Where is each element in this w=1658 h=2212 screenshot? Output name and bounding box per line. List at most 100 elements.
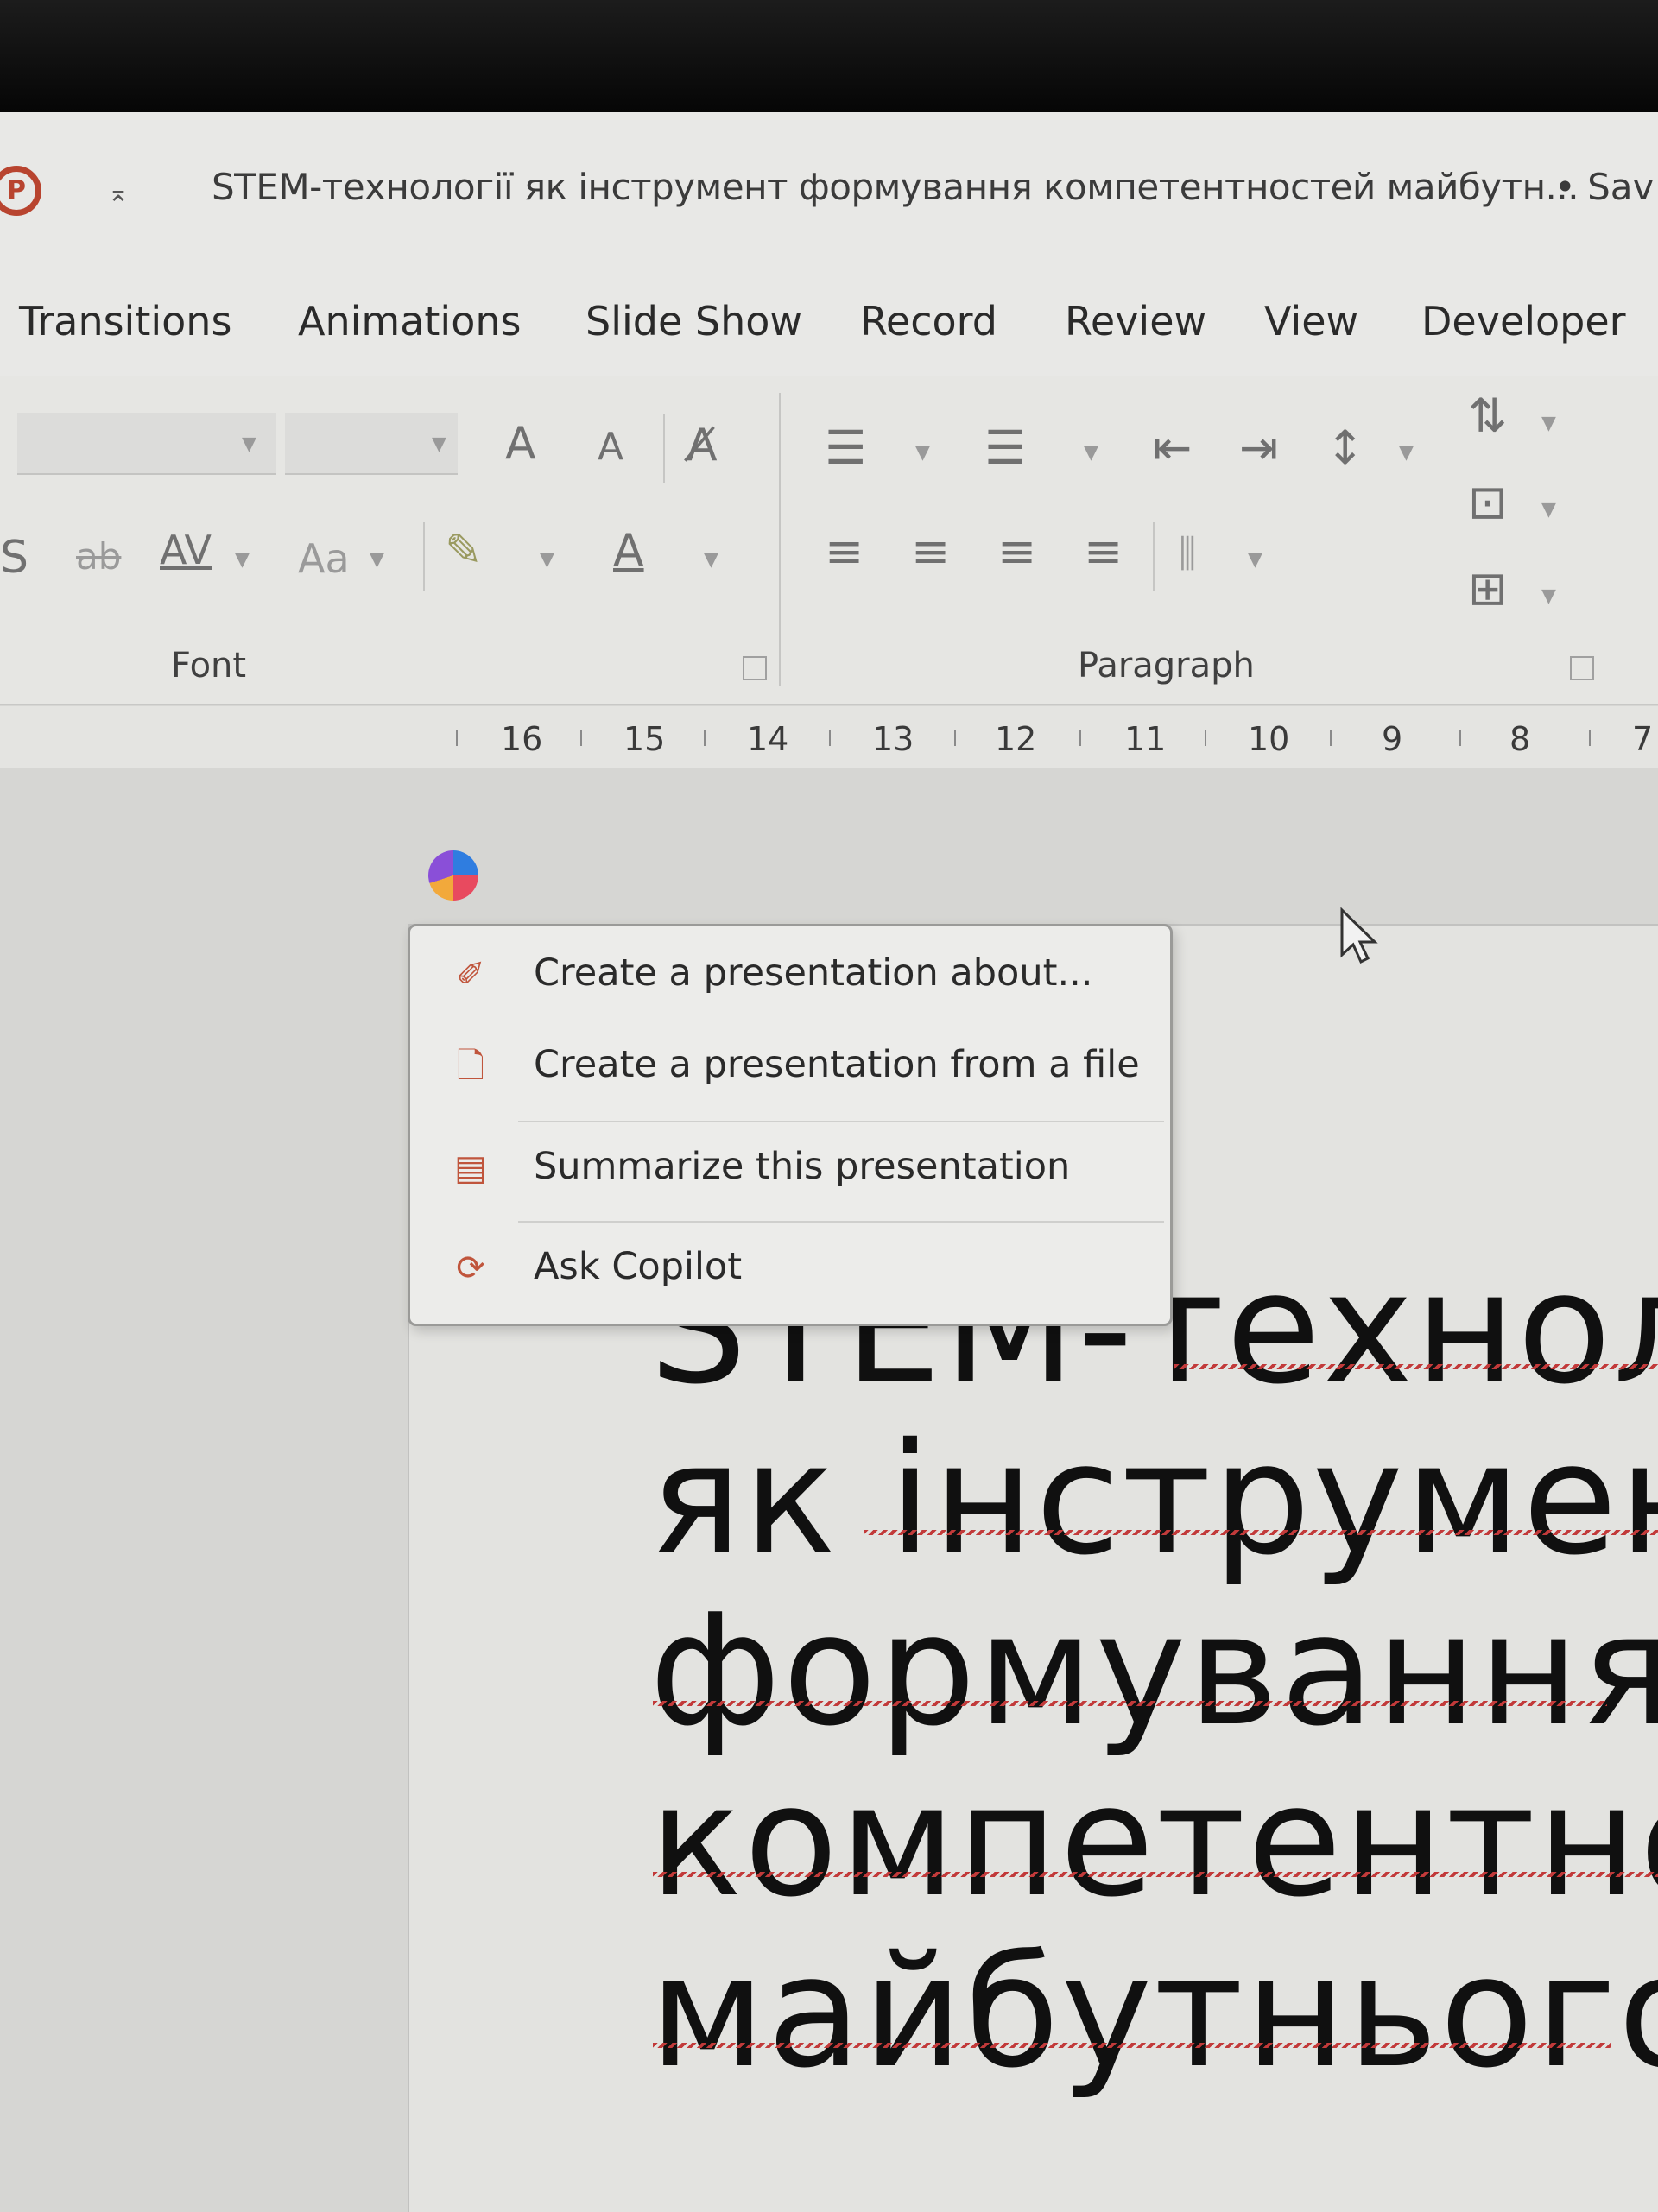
spellcheck-underline (1174, 1364, 1658, 1369)
spellcheck-underline (653, 1872, 1658, 1877)
font-name-dropdown[interactable] (17, 413, 276, 475)
divider (1153, 522, 1155, 591)
ruler-tick (1079, 730, 1081, 746)
tab-transitions[interactable]: Transitions (19, 298, 231, 344)
spellcheck-underline (864, 1530, 1658, 1535)
group-divider (779, 393, 781, 686)
strikethrough-button[interactable]: ab (76, 539, 121, 575)
decrease-indent-icon[interactable]: ⇤ (1153, 425, 1192, 471)
ruler-number: 14 (747, 720, 789, 758)
ruler-tick (954, 730, 956, 746)
chevron-down-icon: ▼ (1541, 413, 1556, 434)
pen-sparkle-icon: ✐ (456, 955, 485, 995)
convert-to-smartart-icon[interactable]: ⊞ (1468, 566, 1507, 612)
menu-item-label: Create a presentation about... (534, 951, 1093, 995)
chevron-down-icon: ▼ (540, 549, 554, 571)
character-spacing-button[interactable]: AV (160, 530, 212, 570)
tab-record[interactable]: Record (860, 298, 997, 344)
font-dialog-launcher-icon[interactable] (743, 656, 767, 680)
slide-title-line: як інструмент (649, 1410, 1658, 1589)
ruler-tick (1589, 730, 1591, 746)
ruler-tick (1459, 730, 1461, 746)
slide-title-line: формування (649, 1581, 1658, 1760)
shrink-font-button[interactable]: A (598, 428, 623, 466)
screen-bezel (0, 0, 1658, 112)
chevron-down-icon: ▼ (1399, 442, 1414, 464)
menu-item-label: Ask Copilot (534, 1245, 743, 1288)
ruler-tick (829, 730, 831, 746)
chevron-down-icon: ▼ (1541, 499, 1556, 521)
ruler-number: 8 (1509, 720, 1531, 758)
paragraph-dialog-launcher-icon[interactable] (1570, 656, 1594, 680)
tab-review[interactable]: Review (1065, 298, 1206, 344)
grow-font-button[interactable]: A (505, 421, 536, 466)
ruler-number: 12 (995, 720, 1037, 758)
line-spacing-icon[interactable]: ↕ (1326, 425, 1364, 471)
ruler-tick (580, 730, 582, 746)
bullets-icon[interactable]: ☰ (825, 425, 866, 471)
align-text-icon[interactable]: ⊡ (1468, 479, 1507, 526)
text-direction-icon[interactable]: ⇅ (1468, 393, 1507, 439)
chevron-down-icon: ▼ (704, 549, 718, 571)
align-center-icon[interactable]: ≡ (911, 528, 950, 575)
file-icon: 🗋 (456, 1046, 485, 1086)
chevron-down-icon: ▼ (432, 433, 446, 455)
ribbon-tabs (0, 272, 1658, 376)
ruler-number: 15 (623, 720, 666, 758)
list-icon: ▤ (454, 1148, 487, 1188)
divider (663, 414, 665, 483)
copilot-chat-icon: ⟳ (456, 1248, 485, 1288)
menu-separator (518, 1121, 1164, 1122)
menu-item-summarize[interactable]: ▤ Summarize this presentation (432, 1128, 1157, 1210)
ruler-tick (704, 730, 706, 746)
clear-formatting-icon[interactable]: A̸ (687, 423, 718, 468)
chevron-down-icon: ▼ (370, 549, 384, 571)
increase-indent-icon[interactable]: ⇥ (1239, 425, 1278, 471)
tab-developer[interactable]: Developer (1421, 298, 1626, 344)
menu-item-label: Summarize this presentation (534, 1145, 1071, 1188)
chevron-down-icon: ▼ (1248, 549, 1262, 571)
ruler-number: 16 (501, 720, 543, 758)
chevron-down-icon: ▼ (242, 433, 256, 455)
menu-item-label: Create a presentation from a file (534, 1043, 1140, 1086)
tab-view[interactable]: View (1264, 298, 1358, 344)
ruler-number: 10 (1248, 720, 1290, 758)
chevron-down-icon: ▼ (235, 549, 250, 571)
align-left-icon[interactable]: ≡ (825, 528, 864, 575)
menu-item-create-from-file[interactable]: 🗋 Create a presentation from a file (432, 1026, 1157, 1109)
spellcheck-underline (653, 2043, 1611, 2048)
highlight-color-icon[interactable]: ✎ (445, 528, 483, 573)
menu-item-ask-copilot[interactable]: ⟳ Ask Copilot (432, 1228, 1157, 1311)
ruler-number: 11 (1124, 720, 1167, 758)
chevron-down-icon: ▼ (1084, 442, 1098, 464)
ruler-number: 7 (1632, 720, 1654, 758)
ruler-tick (1330, 730, 1332, 746)
customize-quick-access-icon[interactable]: ⌅ (102, 169, 135, 218)
justify-icon[interactable]: ≡ (1084, 528, 1123, 575)
shadow-button[interactable]: S (0, 535, 28, 580)
slide-title-line: майбутнього (649, 1923, 1658, 2098)
document-title: STEM-технології як інструмент формування… (212, 166, 1579, 208)
change-case-button[interactable]: Aa (298, 539, 350, 578)
copilot-icon[interactable] (428, 850, 478, 901)
ruler-number: 9 (1382, 720, 1403, 758)
ruler-number: 13 (872, 720, 914, 758)
save-status[interactable]: • Sav (1554, 166, 1654, 208)
slide-title-textbox[interactable]: STEM-технол як інструмент формування ком… (649, 1243, 1658, 2098)
tab-slide-show[interactable]: Slide Show (585, 298, 802, 344)
font-group-label: Font (171, 646, 247, 686)
mouse-cursor-icon (1340, 907, 1378, 964)
columns-icon[interactable]: ⫼ (1179, 535, 1196, 573)
align-right-icon[interactable]: ≡ (997, 528, 1036, 575)
tab-animations[interactable]: Animations (298, 298, 521, 344)
ruler-tick (456, 730, 458, 746)
menu-item-create-about[interactable]: ✐ Create a presentation about... (432, 934, 1157, 1017)
spellcheck-underline (653, 1701, 1607, 1706)
menu-separator (518, 1221, 1164, 1223)
paragraph-group-label: Paragraph (1078, 646, 1255, 686)
chevron-down-icon: ▼ (915, 442, 930, 464)
chevron-down-icon: ▼ (1541, 585, 1556, 607)
numbering-icon[interactable]: ☰ (984, 425, 1026, 471)
slide-title-line: компетентно (649, 1752, 1658, 1931)
font-color-button[interactable]: A (613, 528, 644, 573)
